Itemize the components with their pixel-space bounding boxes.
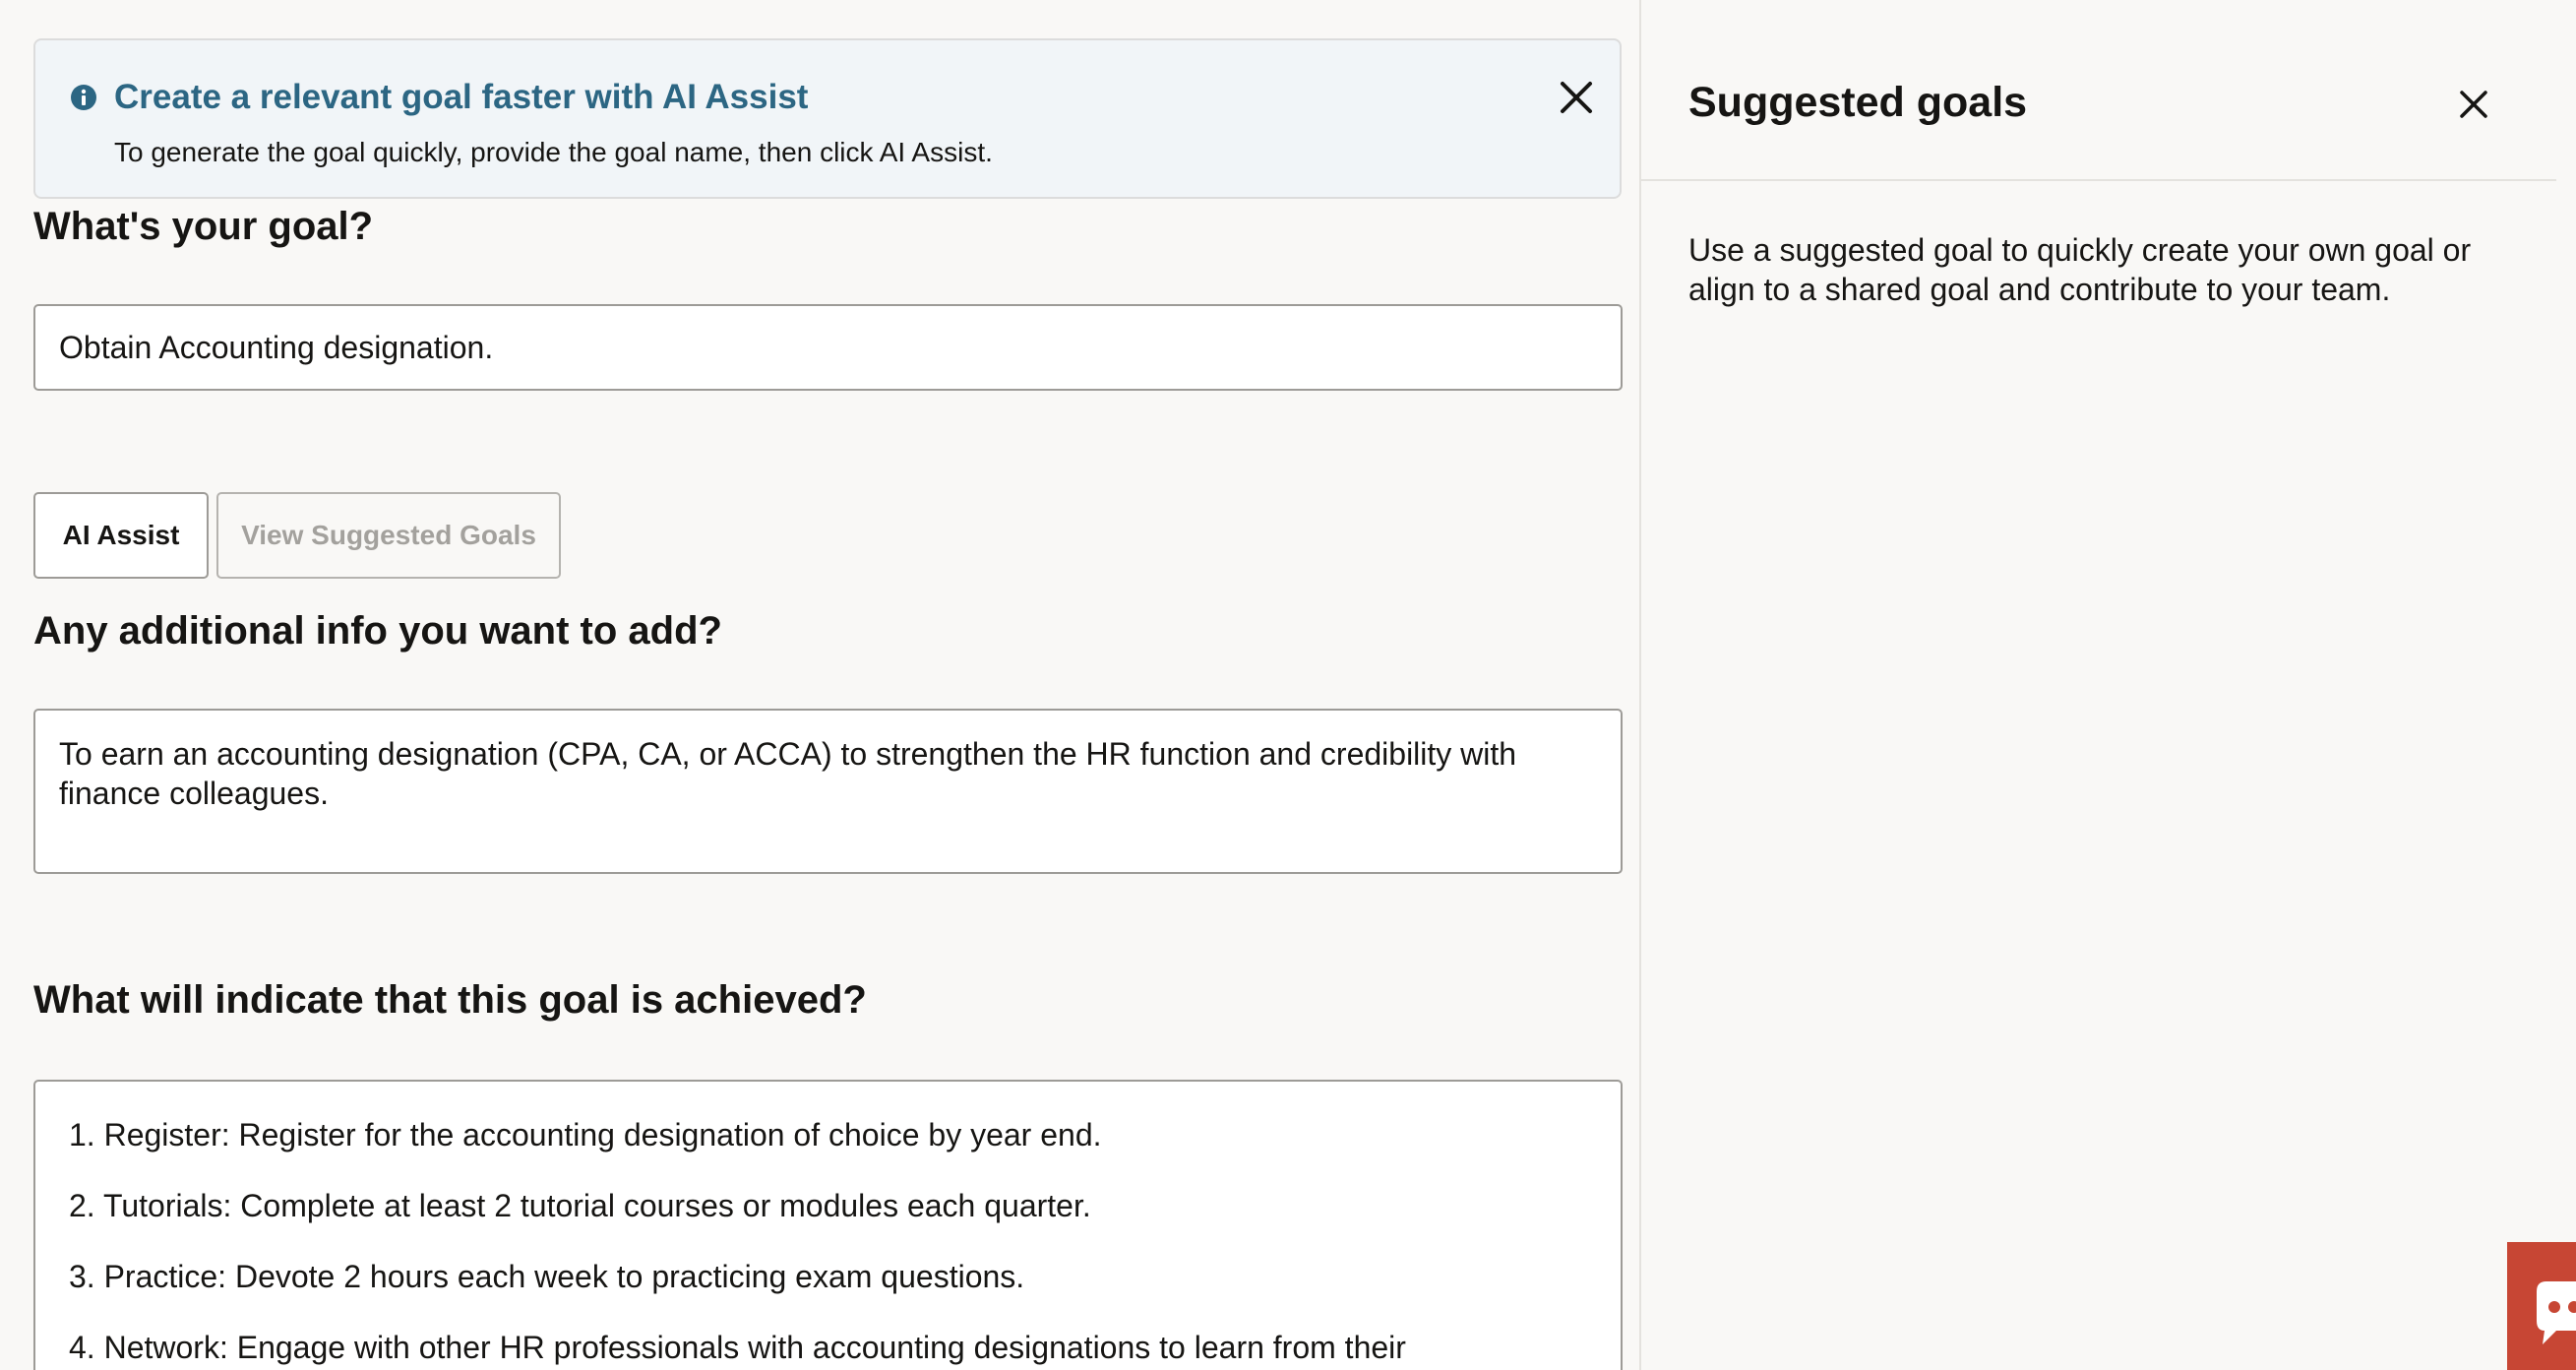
goal-heading: What's your goal?: [33, 205, 374, 248]
divider: [1641, 179, 2556, 181]
view-suggested-goals-button[interactable]: View Suggested Goals: [216, 492, 561, 579]
criteria-list: 1. Register: Register for the accounting…: [69, 1115, 1597, 1367]
ai-assist-button[interactable]: AI Assist: [33, 492, 209, 579]
page-root: Create a relevant goal faster with AI As…: [0, 0, 2576, 1370]
achievement-heading: What will indicate that this goal is ach…: [33, 978, 867, 1022]
panel-description: Use a suggested goal to quickly create y…: [1688, 232, 2472, 307]
list-item: 4. Network: Engage with other HR profess…: [69, 1330, 1406, 1365]
chat-icon: [2537, 1281, 2576, 1344]
additional-info-heading: Any additional info you want to add?: [33, 609, 722, 653]
close-icon[interactable]: [2452, 83, 2495, 126]
info-icon: [70, 84, 97, 111]
chat-launcher-button[interactable]: [2507, 1242, 2576, 1370]
goal-name-input[interactable]: Obtain Accounting designation.: [33, 304, 1623, 391]
ai-assist-banner: Create a relevant goal faster with AI As…: [33, 38, 1622, 199]
close-icon[interactable]: [1553, 74, 1600, 121]
achievement-criteria-textarea[interactable]: 1. Register: Register for the accounting…: [33, 1080, 1623, 1370]
additional-info-textarea[interactable]: To earn an accounting designation (CPA, …: [33, 709, 1623, 874]
goal-form: Create a relevant goal faster with AI As…: [33, 0, 1624, 1370]
panel-title: Suggested goals: [1688, 79, 2028, 126]
banner-text: To generate the goal quickly, provide th…: [114, 137, 993, 167]
banner-title: Create a relevant goal faster with AI As…: [114, 78, 809, 116]
list-item: 1. Register: Register for the accounting…: [69, 1117, 1102, 1152]
list-item: 3. Practice: Devote 2 hours each week to…: [69, 1259, 1025, 1294]
suggested-goals-panel: Suggested goals Use a suggested goal to …: [1639, 0, 2576, 1370]
list-item: 2. Tutorials: Complete at least 2 tutori…: [69, 1188, 1091, 1223]
